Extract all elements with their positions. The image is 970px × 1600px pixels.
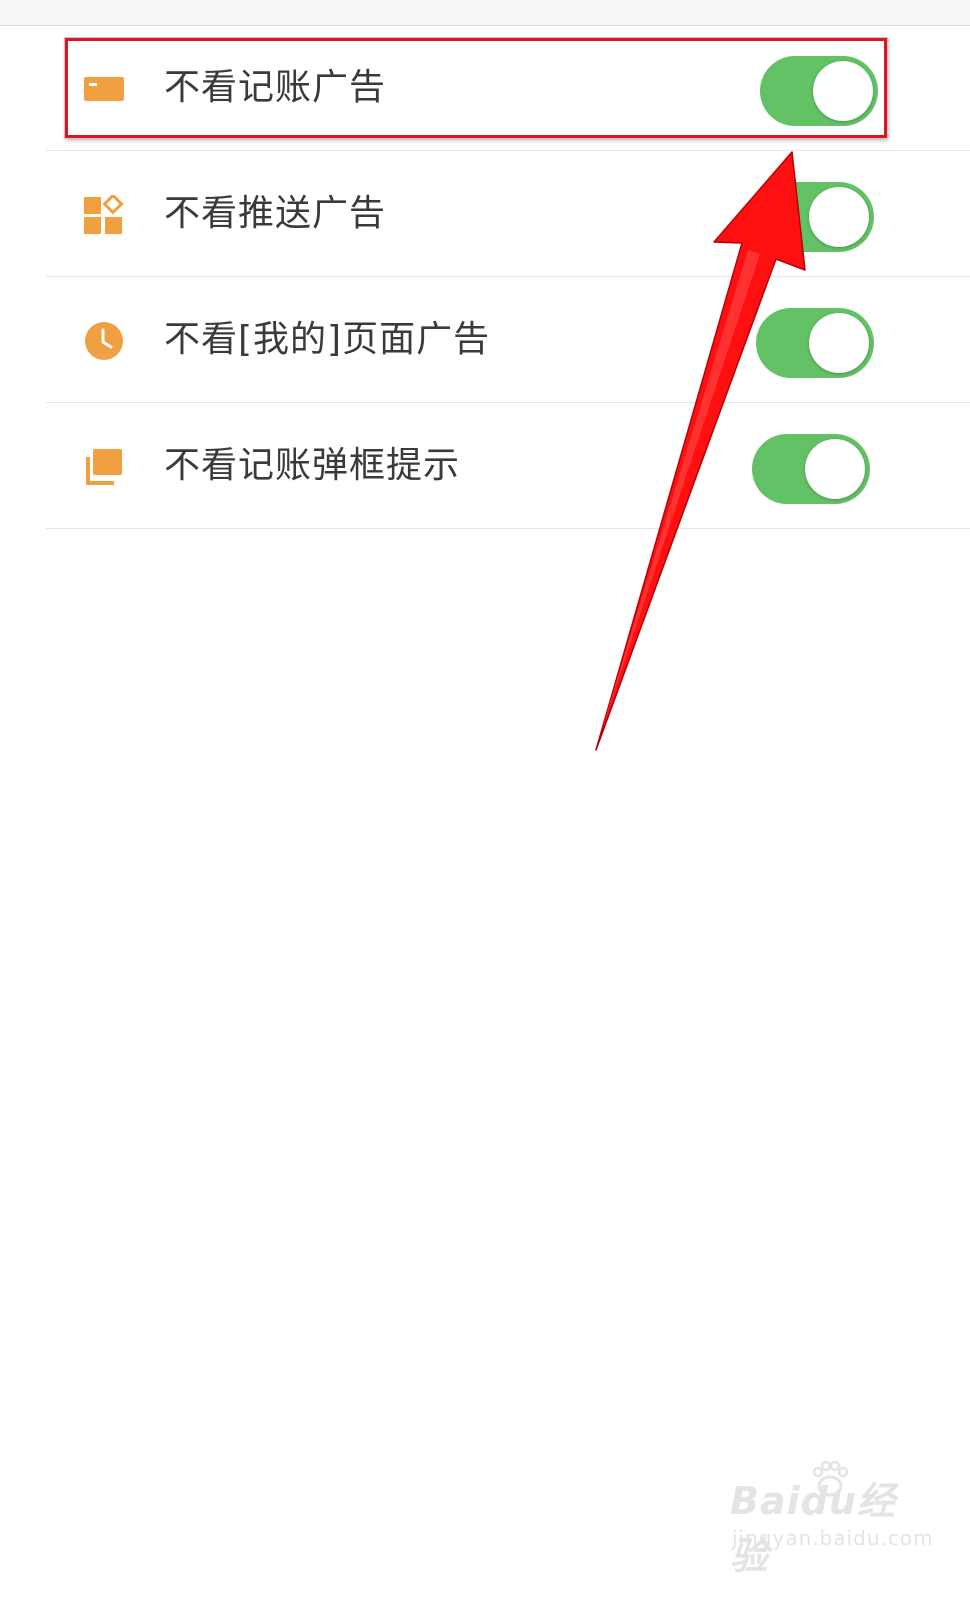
push-ads-toggle[interactable]: [756, 182, 874, 252]
bookkeeping-ads-toggle[interactable]: [760, 56, 878, 126]
toggle-knob: [813, 61, 873, 121]
setting-label: 不看记账广告: [164, 67, 387, 108]
top-bar: [0, 0, 970, 26]
toggle-knob: [809, 313, 869, 373]
setting-row-my-page-ads: 不看[我的]页面广告: [46, 277, 970, 403]
bookkeeping-popup-toggle[interactable]: [752, 434, 870, 504]
setting-row-push-ads: 不看推送广告: [46, 151, 970, 277]
toggle-knob: [805, 439, 865, 499]
toggle-knob: [809, 187, 869, 247]
setting-label: 不看[我的]页面广告: [164, 319, 491, 360]
apps-grid-icon: [84, 195, 124, 234]
card-icon: [84, 77, 124, 101]
ad-settings-list: 不看记账广告 不看推送广告 不看[我的]页面广告 不看记账弹框提示: [46, 25, 970, 529]
layers-icon: [86, 449, 122, 485]
setting-label: 不看记账弹框提示: [164, 445, 461, 486]
setting-row-bookkeeping-popup: 不看记账弹框提示: [46, 403, 970, 529]
my-page-ads-toggle[interactable]: [756, 308, 874, 378]
paw-icon: [812, 1460, 849, 1497]
watermark-url: jingyan.baidu.com: [732, 1526, 934, 1550]
clock-icon: [85, 322, 123, 360]
watermark: Baidu经验 jingyan.baidu.com: [730, 1460, 933, 1578]
setting-row-bookkeeping-ads: 不看记账广告: [46, 25, 970, 151]
setting-label: 不看推送广告: [164, 193, 387, 234]
